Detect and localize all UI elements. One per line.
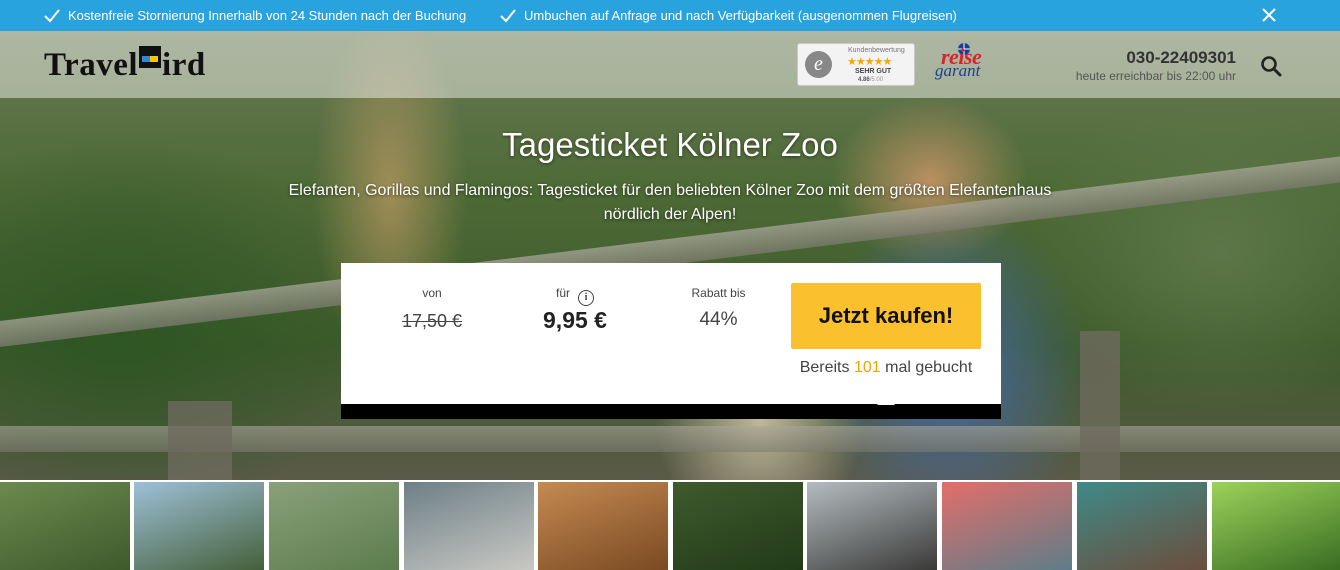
phone-number[interactable]: 030-22409301 [1076,48,1236,68]
discount-value: 44% [699,309,738,330]
thumb-giraffe[interactable] [538,482,668,570]
thumb-elephants-trees[interactable] [134,482,264,570]
rating-badge[interactable]: e Kundenbewertung ★★★★★ SEHR GUT 4.86/5.… [797,43,915,86]
search-icon[interactable] [1259,54,1283,78]
close-icon[interactable] [1260,6,1278,24]
price-from-value: 17,50 € [401,311,463,331]
rating-stars: ★★★★★ [847,56,892,68]
reisegarant-logo[interactable]: reise garant [933,43,997,86]
logo-text-bird: ird [162,47,206,83]
booked-count: 101 [853,359,881,376]
rating-label: SEHR GUT [855,68,892,75]
thumb-snow-leopard[interactable] [404,482,534,570]
booked-suffix: mal gebucht [885,359,973,376]
buy-now-button[interactable]: Jetzt kaufen! [791,283,981,349]
phone-contact[interactable]: 030-22409301 heute erreichbar bis 22:00 … [1076,48,1236,84]
thumb-sea-lions[interactable] [807,482,937,570]
price-box-bar [341,404,1001,419]
notice-item: Umbuchen auf Anfrage und nach Verfügbark… [500,0,957,31]
bird-icon [139,46,162,72]
thumb-chameleon[interactable] [1212,482,1340,570]
subtitle-line: Elefanten, Gorillas und Flamingos: Tages… [288,182,1052,199]
discount-column: Rabatt bis 44% [671,285,766,331]
travelbird-logo[interactable]: Travel ird [44,46,206,83]
price-from-label: von [422,286,442,300]
booking-count-text: Bereits 101 mal gebucht [761,359,1011,377]
notice-bar: Kostenfreie Stornierung Innerhalb von 24… [0,0,1340,31]
info-icon[interactable]: i [578,290,594,306]
ekomi-icon: e [805,51,832,78]
price-box: von 17,50 € für i 9,95 € Rabatt bis 44% J… [341,263,1001,404]
rating-score: 4.86/5.00 [858,77,884,83]
fence-post [1080,331,1120,480]
price-for-label: für [555,286,570,300]
fence-post [168,401,232,480]
discount-label: Rabatt bis [691,286,746,300]
subtitle-line: nördlich der Alpen! [603,206,737,223]
rating-title: Kundenbewertung [848,47,905,54]
checkmark-icon [500,8,516,22]
thumb-hippo[interactable] [1077,482,1207,570]
reisegarant-garant-text: garant [935,61,981,80]
thumbnail-strip [0,480,1340,570]
booked-prefix: Bereits [799,359,850,376]
price-for-value: 9,95 € [543,307,607,333]
thumb-elephant-enclosure[interactable] [0,482,130,570]
notice-item: Kostenfreie Stornierung Innerhalb von 24… [44,0,466,31]
checkmark-icon [44,8,60,22]
phone-hours: heute erreichbar bis 22:00 uhr [1075,69,1236,83]
logo-text-travel: Travel [44,47,139,83]
page-subtitle: Elefanten, Gorillas und Flamingos: Tages… [280,179,1060,227]
notice-text: Kostenfreie Stornierung Innerhalb von 24… [68,8,467,23]
price-for-label-row: für i [525,285,625,306]
thumb-flamingo-pond[interactable] [269,482,399,570]
price-box-notch [877,396,895,405]
page-title: Tagesticket Kölner Zoo [502,126,838,163]
price-for-column: für i 9,95 € [525,285,625,334]
thumb-forest-path[interactable] [673,482,803,570]
thumb-flamingos[interactable] [942,482,1072,570]
price-from-column: von 17,50 € [383,285,481,332]
notice-text: Umbuchen auf Anfrage und nach Verfügbark… [524,8,957,23]
